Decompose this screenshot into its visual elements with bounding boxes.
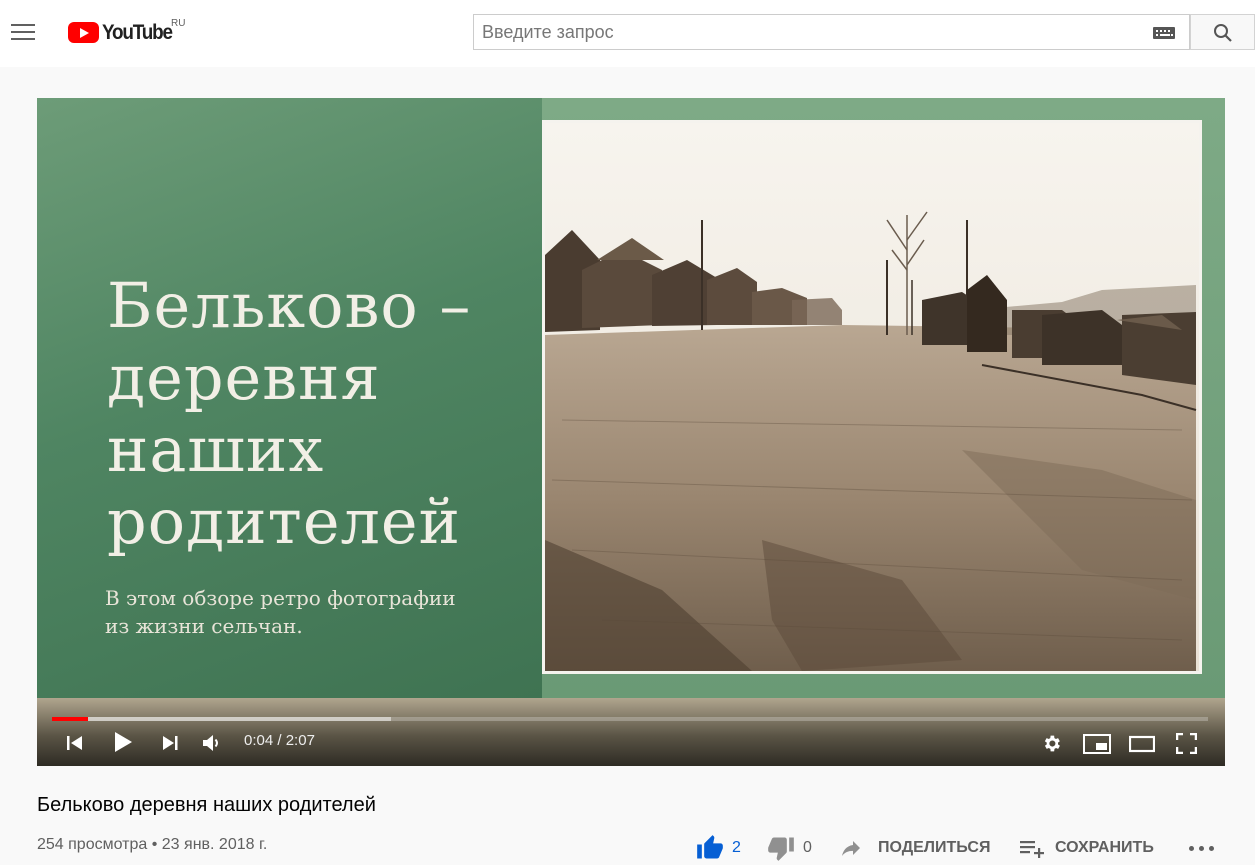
settings-gear-icon[interactable] bbox=[1041, 733, 1062, 754]
keyboard-icon[interactable] bbox=[1153, 27, 1175, 39]
country-code: RU bbox=[171, 18, 186, 29]
play-icon[interactable] bbox=[113, 731, 133, 753]
search-button[interactable] bbox=[1190, 14, 1255, 50]
playlist-add-icon bbox=[1020, 841, 1044, 858]
upload-date: 23 янв. 2018 г. bbox=[161, 836, 268, 853]
masthead: YouTube RU bbox=[0, 0, 1255, 67]
like-button[interactable]: 2 bbox=[696, 834, 741, 862]
slide-title-line: деревня bbox=[107, 341, 381, 414]
miniplayer-icon[interactable] bbox=[1083, 734, 1111, 754]
dislike-button[interactable]: 0 bbox=[767, 834, 812, 862]
volume-icon[interactable] bbox=[202, 733, 222, 753]
view-info: 254 просмотра • 23 янв. 2018 г. bbox=[37, 836, 267, 854]
slide-subtitle: В этом обзоре ретро фотографии из жизни … bbox=[105, 584, 525, 640]
youtube-logo[interactable]: YouTube RU bbox=[68, 18, 185, 44]
youtube-play-badge-icon bbox=[68, 22, 99, 43]
view-count: 254 просмотра bbox=[37, 836, 148, 853]
like-count: 2 bbox=[732, 839, 741, 856]
video-title: Бельково деревня наших родителей bbox=[37, 794, 376, 816]
time-separator: / bbox=[273, 732, 286, 749]
progress-played bbox=[52, 717, 88, 721]
slide-title-line: наших bbox=[107, 413, 325, 486]
next-icon[interactable] bbox=[161, 734, 179, 752]
thumbs-up-icon bbox=[697, 835, 723, 859]
video-player[interactable]: Бельково – деревня наших родителей В это… bbox=[37, 98, 1225, 766]
theater-mode-icon[interactable] bbox=[1129, 735, 1155, 753]
slide-subtitle-line: В этом обзоре ретро фотографии bbox=[105, 586, 456, 610]
fullscreen-icon[interactable] bbox=[1176, 733, 1197, 754]
slide-subtitle-line: из жизни сельчан. bbox=[105, 614, 303, 638]
time-display: 0:04 / 2:07 bbox=[244, 732, 315, 749]
share-arrow-icon bbox=[842, 841, 860, 856]
controls-gradient bbox=[37, 698, 1225, 766]
search-icon bbox=[1214, 24, 1232, 42]
slide-title-line: родителей bbox=[107, 485, 461, 558]
slide-title: Бельково – деревня наших родителей bbox=[107, 270, 527, 558]
current-time: 0:04 bbox=[244, 732, 274, 749]
menu-icon[interactable] bbox=[11, 24, 35, 42]
dislike-count: 0 bbox=[803, 839, 812, 856]
logo-text: YouTube bbox=[102, 21, 173, 44]
search-box bbox=[473, 14, 1190, 50]
retro-village-photo bbox=[542, 120, 1202, 674]
slide-title-line: Бельково – bbox=[107, 269, 472, 342]
save-button[interactable]: СОХРАНИТЬ bbox=[1019, 834, 1154, 862]
search-input[interactable] bbox=[474, 15, 1144, 49]
progress-bar[interactable] bbox=[52, 717, 1208, 721]
duration: 2:07 bbox=[285, 732, 315, 749]
progress-loaded bbox=[52, 717, 391, 721]
info-separator: • bbox=[147, 836, 162, 853]
share-label: ПОДЕЛИТЬСЯ bbox=[878, 839, 991, 856]
save-label: СОХРАНИТЬ bbox=[1055, 839, 1154, 856]
more-actions-icon[interactable] bbox=[1189, 846, 1217, 852]
previous-icon[interactable] bbox=[66, 734, 84, 752]
thumbs-down-icon bbox=[768, 837, 794, 861]
share-button[interactable]: ПОДЕЛИТЬСЯ bbox=[838, 834, 990, 862]
